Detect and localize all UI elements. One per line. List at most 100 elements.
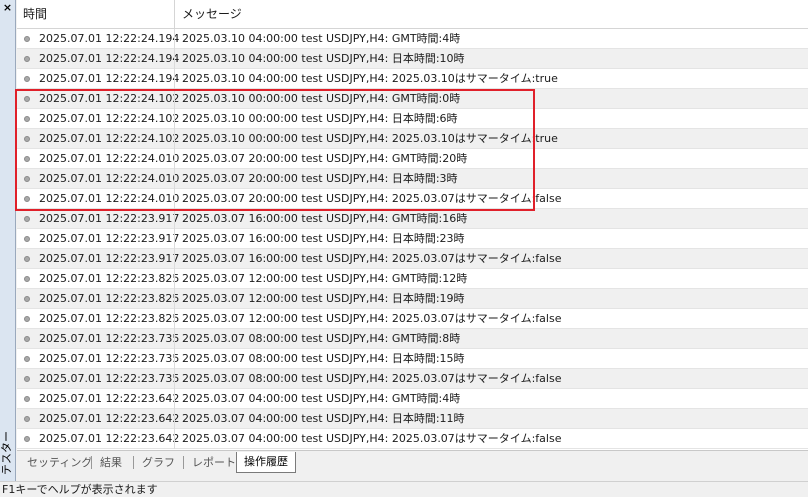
table-row[interactable]: 2025.07.01 12:22:23.642 2025.03.07 04:00:… — [17, 389, 808, 409]
row-message: 2025.03.07 20:00:00 test USDJPY,H4: 2025… — [182, 192, 562, 205]
log-entry-icon — [24, 36, 30, 42]
row-message: 2025.03.07 12:00:00 test USDJPY,H4: 2025… — [182, 312, 562, 325]
row-time: 2025.07.01 12:22:24.102 — [39, 112, 180, 125]
row-message: 2025.03.10 04:00:00 test USDJPY,H4: 日本時間… — [182, 52, 465, 65]
row-message: 2025.03.10 00:00:00 test USDJPY,H4: GMT時… — [182, 92, 461, 105]
row-message: 2025.03.10 04:00:00 test USDJPY,H4: 2025… — [182, 72, 558, 85]
column-divider — [174, 129, 175, 149]
table-row[interactable]: 2025.07.01 12:22:24.010 2025.03.07 20:00:… — [17, 169, 808, 189]
table-row[interactable]: 2025.07.01 12:22:24.010 2025.03.07 20:00:… — [17, 149, 808, 169]
table-row[interactable]: 2025.07.01 12:22:23.825 2025.03.07 12:00:… — [17, 269, 808, 289]
table-row[interactable]: 2025.07.01 12:22:24.010 2025.03.07 20:00:… — [17, 189, 808, 209]
column-divider — [174, 189, 175, 209]
log-entry-icon — [24, 96, 30, 102]
row-message: 2025.03.07 16:00:00 test USDJPY,H4: 2025… — [182, 252, 562, 265]
log-entry-icon — [24, 436, 30, 442]
tester-side-panel: × テスター — [0, 0, 16, 481]
tab-separator — [133, 456, 134, 469]
row-message: 2025.03.07 12:00:00 test USDJPY,H4: 日本時間… — [182, 292, 465, 305]
row-time: 2025.07.01 12:22:23.735 — [39, 372, 180, 385]
row-time: 2025.07.01 12:22:23.825 — [39, 272, 180, 285]
log-entry-icon — [24, 296, 30, 302]
table-row[interactable]: 2025.07.01 12:22:24.102 2025.03.10 00:00:… — [17, 129, 808, 149]
tab-results[interactable]: 結果 — [100, 454, 122, 473]
journal-table: 時間 メッセージ 2025.07.01 12:22:24.194 2025.03.… — [17, 0, 808, 450]
log-entry-icon — [24, 76, 30, 82]
tab-journal[interactable]: 操作履歴 — [236, 452, 296, 473]
table-row[interactable]: 2025.07.01 12:22:23.642 2025.03.07 04:00:… — [17, 409, 808, 429]
table-row[interactable]: 2025.07.01 12:22:23.735 2025.03.07 08:00:… — [17, 369, 808, 389]
tab-graph[interactable]: グラフ — [142, 454, 175, 473]
row-time: 2025.07.01 12:22:24.010 — [39, 192, 180, 205]
column-divider — [174, 369, 175, 389]
log-entry-icon — [24, 396, 30, 402]
close-icon[interactable]: × — [2, 2, 13, 13]
table-row[interactable]: 2025.07.01 12:22:23.642 2025.03.07 04:00:… — [17, 429, 808, 449]
tester-panel-label: テスター — [0, 431, 13, 475]
log-entry-icon — [24, 156, 30, 162]
column-divider — [174, 109, 175, 129]
tester-tab-bar: セッティング 結果 グラフ レポート 操作履歴 — [17, 450, 808, 473]
row-message: 2025.03.10 00:00:00 test USDJPY,H4: 日本時間… — [182, 112, 458, 125]
table-header: 時間 メッセージ — [17, 0, 808, 29]
log-entry-icon — [24, 116, 30, 122]
row-time: 2025.07.01 12:22:23.642 — [39, 412, 180, 425]
column-divider — [174, 289, 175, 309]
column-divider — [174, 209, 175, 229]
table-row[interactable]: 2025.07.01 12:22:23.917 2025.03.07 16:00:… — [17, 209, 808, 229]
column-header-time[interactable]: 時間 — [23, 0, 47, 28]
row-message: 2025.03.07 08:00:00 test USDJPY,H4: 2025… — [182, 372, 562, 385]
tab-settings[interactable]: セッティング — [27, 454, 92, 473]
table-row[interactable]: 2025.07.01 12:22:23.917 2025.03.07 16:00:… — [17, 249, 808, 269]
log-entry-icon — [24, 336, 30, 342]
row-time: 2025.07.01 12:22:24.102 — [39, 92, 180, 105]
row-message: 2025.03.07 12:00:00 test USDJPY,H4: GMT時… — [182, 272, 468, 285]
row-time: 2025.07.01 12:22:23.735 — [39, 352, 180, 365]
log-entry-icon — [24, 416, 30, 422]
row-message: 2025.03.07 04:00:00 test USDJPY,H4: 2025… — [182, 432, 562, 445]
log-entry-icon — [24, 136, 30, 142]
table-row[interactable]: 2025.07.01 12:22:23.825 2025.03.07 12:00:… — [17, 289, 808, 309]
table-row[interactable]: 2025.07.01 12:22:24.102 2025.03.10 00:00:… — [17, 109, 808, 129]
column-divider — [174, 309, 175, 329]
column-divider — [174, 429, 175, 449]
row-time: 2025.07.01 12:22:23.917 — [39, 252, 180, 265]
column-divider — [174, 49, 175, 69]
table-row[interactable]: 2025.07.01 12:22:24.194 2025.03.10 04:00:… — [17, 69, 808, 89]
table-row[interactable]: 2025.07.01 12:22:23.825 2025.03.07 12:00:… — [17, 309, 808, 329]
row-time: 2025.07.01 12:22:24.194 — [39, 32, 180, 45]
table-row[interactable]: 2025.07.01 12:22:24.194 2025.03.10 04:00:… — [17, 49, 808, 69]
row-time: 2025.07.01 12:22:24.010 — [39, 152, 180, 165]
tab-separator — [183, 456, 184, 469]
table-row[interactable]: 2025.07.01 12:22:24.194 2025.03.10 04:00:… — [17, 29, 808, 49]
column-divider — [174, 409, 175, 429]
table-row[interactable]: 2025.07.01 12:22:23.735 2025.03.07 08:00:… — [17, 329, 808, 349]
log-entry-icon — [24, 196, 30, 202]
row-message: 2025.03.07 04:00:00 test USDJPY,H4: 日本時間… — [182, 412, 465, 425]
table-row[interactable]: 2025.07.01 12:22:23.735 2025.03.07 08:00:… — [17, 349, 808, 369]
column-divider[interactable] — [174, 0, 175, 29]
column-header-message[interactable]: メッセージ — [182, 0, 242, 28]
log-entry-icon — [24, 236, 30, 242]
row-time: 2025.07.01 12:22:23.825 — [39, 292, 180, 305]
log-entry-icon — [24, 216, 30, 222]
row-time: 2025.07.01 12:22:23.642 — [39, 432, 180, 445]
row-time: 2025.07.01 12:22:24.194 — [39, 72, 180, 85]
column-divider — [174, 269, 175, 289]
row-message: 2025.03.10 04:00:00 test USDJPY,H4: GMT時… — [182, 32, 461, 45]
column-divider — [174, 169, 175, 189]
row-time: 2025.07.01 12:22:23.735 — [39, 332, 180, 345]
row-message: 2025.03.07 08:00:00 test USDJPY,H4: 日本時間… — [182, 352, 465, 365]
column-divider — [174, 149, 175, 169]
tab-report[interactable]: レポート — [192, 454, 236, 473]
column-divider — [174, 69, 175, 89]
row-message: 2025.03.10 00:00:00 test USDJPY,H4: 2025… — [182, 132, 558, 145]
column-divider — [174, 229, 175, 249]
row-message: 2025.03.07 16:00:00 test USDJPY,H4: GMT時… — [182, 212, 468, 225]
column-divider — [174, 389, 175, 409]
table-row[interactable]: 2025.07.01 12:22:24.102 2025.03.10 00:00:… — [17, 89, 808, 109]
row-message: 2025.03.07 04:00:00 test USDJPY,H4: GMT時… — [182, 392, 461, 405]
table-row[interactable]: 2025.07.01 12:22:23.917 2025.03.07 16:00:… — [17, 229, 808, 249]
row-message: 2025.03.07 20:00:00 test USDJPY,H4: 日本時間… — [182, 172, 458, 185]
log-entry-icon — [24, 376, 30, 382]
